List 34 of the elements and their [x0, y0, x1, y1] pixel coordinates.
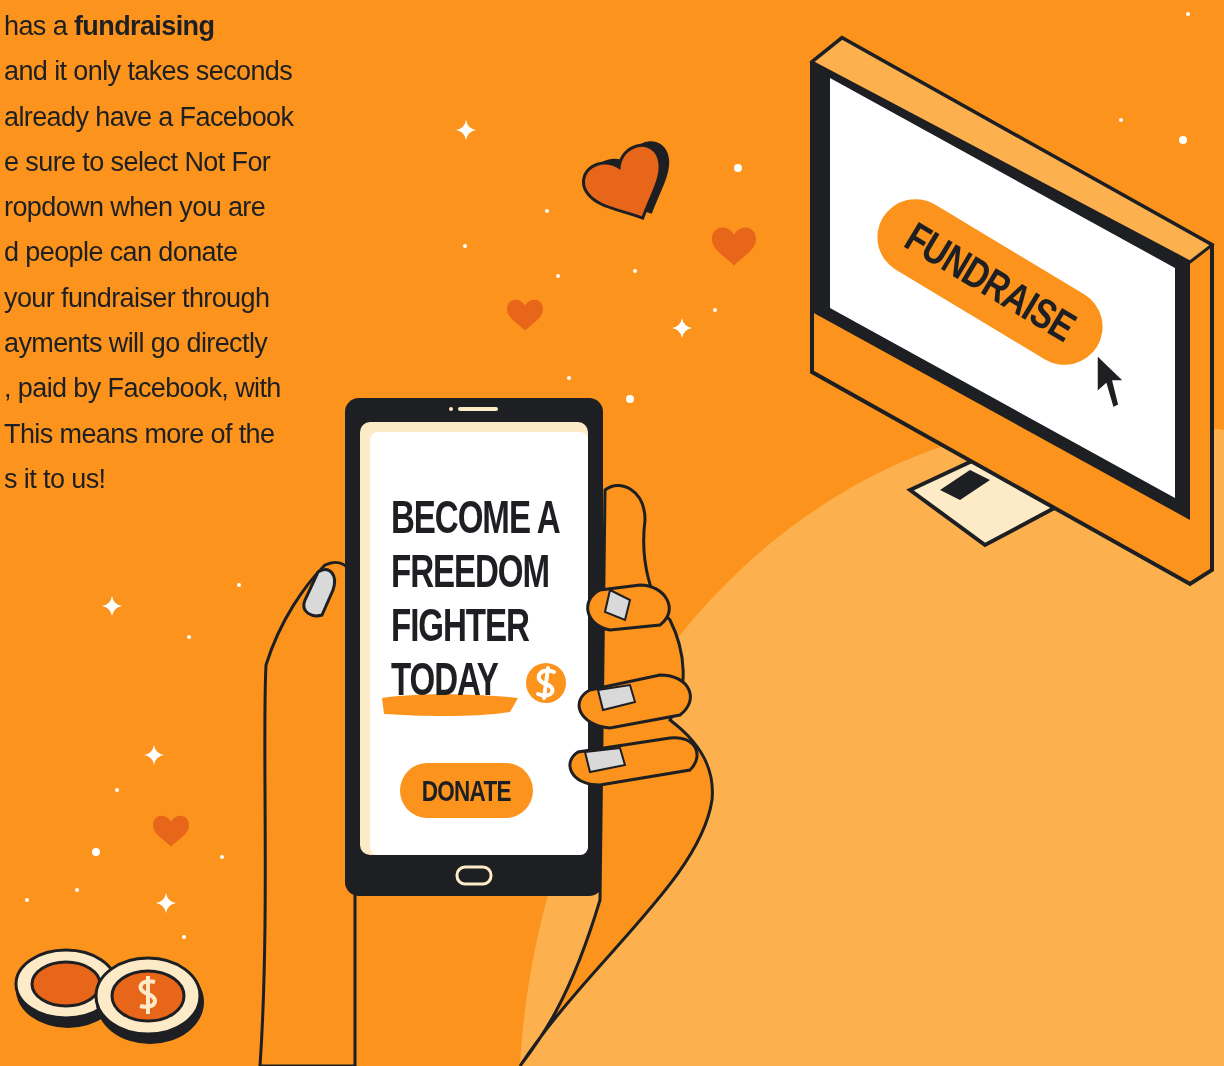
star-dot — [463, 244, 467, 248]
sparkle-icon — [102, 596, 122, 616]
headline-line: FREEDOM — [391, 544, 550, 598]
sparkle-icon — [156, 893, 176, 913]
star-dot — [1119, 118, 1123, 122]
star-dot — [92, 848, 100, 856]
heart-icon — [507, 299, 543, 331]
star-dot — [182, 935, 186, 939]
heart-icon — [153, 815, 189, 847]
donate-button[interactable]: DONATE — [400, 763, 533, 818]
headline-line: BECOME A — [391, 490, 560, 544]
star-dot — [567, 376, 571, 380]
star-dot — [556, 274, 560, 278]
star-dot — [115, 788, 119, 792]
star-dot — [75, 888, 79, 892]
star-dot — [25, 898, 29, 902]
star-dot — [1179, 136, 1187, 144]
star-dot — [545, 209, 549, 213]
star-dot — [1186, 12, 1190, 16]
intro-paragraph: has a fundraising and it only takes seconds already have a Facebook e sure to select Not For ropdown when you are d people can donate your fundraiser through ayments will go directly , paid by Facebook, with This means more of the s it to us! — [4, 10, 295, 496]
star-dot — [713, 308, 717, 312]
heart-icon — [712, 227, 756, 266]
star-dot — [626, 395, 634, 403]
star-dot — [734, 164, 742, 172]
sparkle-icon — [456, 120, 476, 140]
sparkle-icon — [672, 318, 692, 338]
star-dot — [237, 583, 241, 587]
star-dot — [187, 635, 191, 639]
star-dot — [220, 855, 224, 859]
headline-line: TODAY — [391, 652, 498, 706]
star-dot — [633, 269, 637, 273]
dollar-icon — [526, 663, 566, 703]
sparkle-icon — [144, 745, 164, 765]
headline-line: FIGHTER — [391, 598, 529, 652]
